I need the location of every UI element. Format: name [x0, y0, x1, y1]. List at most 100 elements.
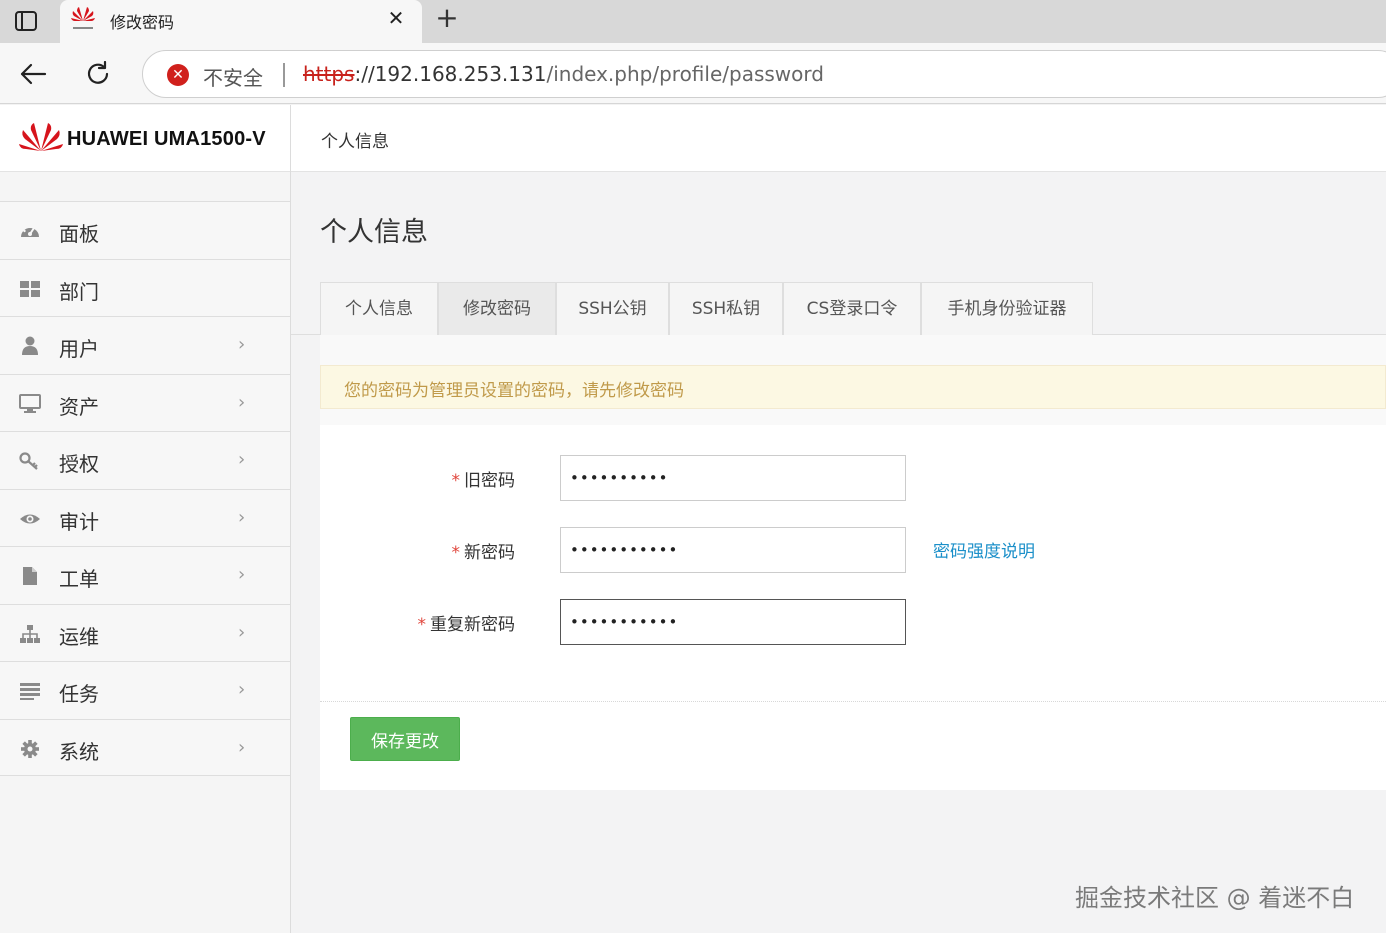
browser-tab-active[interactable]: 修改密码 ✕	[60, 0, 422, 43]
sidebar-item-label: 用户	[59, 337, 99, 361]
tab-ssh-public-key[interactable]: SSH公钥	[556, 282, 669, 335]
huawei-logo-icon	[19, 123, 63, 151]
new-password-field[interactable]	[560, 527, 906, 573]
chevron-right-icon: ›	[238, 391, 246, 413]
chevron-right-icon: ›	[238, 621, 246, 643]
alert-message: 您的密码为管理员设置的密码，请先修改密码	[344, 381, 684, 401]
sitemap-icon	[20, 624, 40, 643]
chevron-right-icon: ›	[238, 679, 246, 700]
sidebar-item-label: 部门	[59, 279, 99, 304]
password-form: *旧密码 *新密码 密码强度说明 *重复新密码 保存更改	[320, 425, 1386, 790]
gear-icon	[21, 739, 39, 758]
warning-alert: 您的密码为管理员设置的密码，请先修改密码	[320, 365, 1386, 409]
chevron-right-icon: ›	[238, 736, 246, 758]
sidebar-toggle-icon	[15, 11, 37, 31]
breadcrumb: 个人信息	[321, 132, 389, 152]
required-mark: *	[417, 615, 427, 635]
sidebar-item-assets[interactable]: 资产 ›	[0, 373, 290, 431]
sidebar-item-label: 系统	[59, 739, 99, 764]
repeat-password-label: * 重复新密码	[418, 610, 516, 635]
tab-ssh-private-key[interactable]: SSH私钥	[669, 282, 783, 335]
old-password-label: * 旧密码	[452, 466, 516, 491]
sidebar-item-label: 任务	[59, 682, 99, 706]
main-content: 个人信息 个人信息 修改密码 SSH公钥 SSH私钥 CS登录口令 手机身份验证…	[291, 172, 1386, 933]
sidebar-item-authorization[interactable]: 授权 ›	[0, 431, 290, 489]
address-bar[interactable]: ✕ 不安全 https://192.168.253.131/index.php/…	[142, 50, 1386, 98]
tab-mobile-authenticator[interactable]: 手机身份验证器	[921, 282, 1093, 335]
new-tab-button[interactable]: +	[432, 4, 462, 34]
old-password-label-text: 旧密码	[464, 471, 515, 491]
app-logo-text: HUAWEI UMA1500-V	[67, 128, 266, 150]
repeat-password-field[interactable]	[560, 599, 906, 645]
address-separator	[283, 63, 285, 87]
security-status-text[interactable]: 不安全	[203, 62, 263, 91]
chevron-right-icon: ›	[238, 506, 246, 528]
save-changes-button[interactable]: 保存更改	[350, 717, 460, 761]
key-icon	[19, 452, 38, 470]
form-divider	[320, 701, 1386, 702]
required-mark: *	[451, 543, 461, 563]
old-password-row: * 旧密码	[320, 455, 1386, 501]
password-strength-link[interactable]: 密码强度说明	[933, 537, 1035, 562]
change-password-panel: 您的密码为管理员设置的密码，请先修改密码 *旧密码 *新密码 密码强度说明 *重…	[320, 335, 1386, 790]
sidebar-item-label: 工单	[59, 567, 99, 591]
tab-profile-info[interactable]: 个人信息	[320, 282, 438, 335]
new-password-row: *新密码 密码强度说明	[320, 527, 1386, 573]
top-header: 个人信息	[291, 105, 1386, 172]
browser-tab-title: 修改密码	[110, 13, 175, 32]
sidebar-item-operations[interactable]: 运维 ›	[0, 603, 290, 661]
dashboard-icon	[21, 225, 39, 237]
sidebar-item-system[interactable]: 系统 ›	[0, 718, 290, 776]
required-mark: *	[451, 471, 461, 491]
url-text[interactable]: https://192.168.253.131/index.php/profil…	[303, 62, 824, 86]
old-password-field[interactable]	[560, 455, 906, 501]
eye-icon	[20, 514, 40, 523]
grid-icon	[20, 280, 40, 297]
sidebar-item-tasks[interactable]: 任务 ›	[0, 661, 290, 719]
sidebar-item-label: 面板	[59, 222, 99, 246]
sidebar-item-users[interactable]: 用户 ›	[0, 316, 290, 374]
monitor-icon	[19, 393, 41, 413]
reload-icon	[87, 61, 109, 84]
repeat-password-row: * 重复新密码	[320, 599, 1386, 645]
url-path: /index.php/profile/password	[546, 62, 824, 86]
tab-change-password[interactable]: 修改密码	[438, 282, 556, 335]
url-protocol: https	[303, 62, 355, 86]
arrow-left-icon	[20, 63, 47, 85]
list-icon	[20, 683, 40, 700]
sidebar-item-label: 资产	[59, 394, 99, 419]
not-secure-icon[interactable]: ✕	[167, 64, 189, 86]
page-title: 个人信息	[320, 217, 428, 248]
tab-cs-login-token[interactable]: CS登录口令	[783, 282, 921, 335]
new-password-label-text: 新密码	[464, 543, 515, 563]
file-icon	[23, 567, 37, 585]
app-logo[interactable]: HUAWEI UMA1500-V	[0, 105, 290, 172]
sidebar-item-label: 运维	[59, 624, 99, 649]
sidebar-item-workorder[interactable]: 工单 ›	[0, 546, 290, 604]
reload-button[interactable]	[81, 57, 115, 91]
chevron-right-icon: ›	[238, 334, 246, 355]
sidebar-item-label: 审计	[59, 509, 99, 534]
sidebar-item-label: 授权	[59, 452, 99, 476]
user-icon	[22, 336, 38, 355]
sidebar-item-audit[interactable]: 审计 ›	[0, 488, 290, 546]
browser-toolbar: ✕ 不安全 https://192.168.253.131/index.php/…	[0, 43, 1386, 104]
close-tab-icon[interactable]: ✕	[384, 6, 408, 30]
profile-tabs: 个人信息 修改密码 SSH公钥 SSH私钥 CS登录口令 手机身份验证器	[291, 282, 1386, 335]
sidebar-menu: 面板 部门 用户 › 资产 › 授权 › 审计 › 工单 › 运维 › 任务 ›…	[0, 201, 290, 776]
chevron-right-icon: ›	[238, 449, 246, 470]
new-password-label: * 新密码	[452, 538, 516, 563]
chevron-right-icon	[238, 220, 252, 240]
sidebar-item-dashboard[interactable]: 面板	[0, 201, 290, 259]
back-button[interactable]	[16, 57, 50, 91]
chevron-right-icon: ›	[238, 564, 246, 585]
sidebar-item-department[interactable]: 部门	[0, 258, 290, 316]
url-host: ://192.168.253.131	[354, 62, 547, 86]
watermark-text: 掘金技术社区 @ 着迷不白	[1075, 884, 1355, 912]
sidebar: HUAWEI UMA1500-V 面板 部门 用户 › 资产 › 授权 › 审计…	[0, 105, 291, 933]
huawei-favicon-icon	[71, 7, 95, 29]
browser-tab-strip: 修改密码 ✕ +	[0, 0, 1386, 43]
chevron-right-icon	[238, 278, 252, 298]
repeat-password-label-text: 重复新密码	[430, 615, 515, 635]
tab-actions-button[interactable]	[6, 6, 46, 36]
